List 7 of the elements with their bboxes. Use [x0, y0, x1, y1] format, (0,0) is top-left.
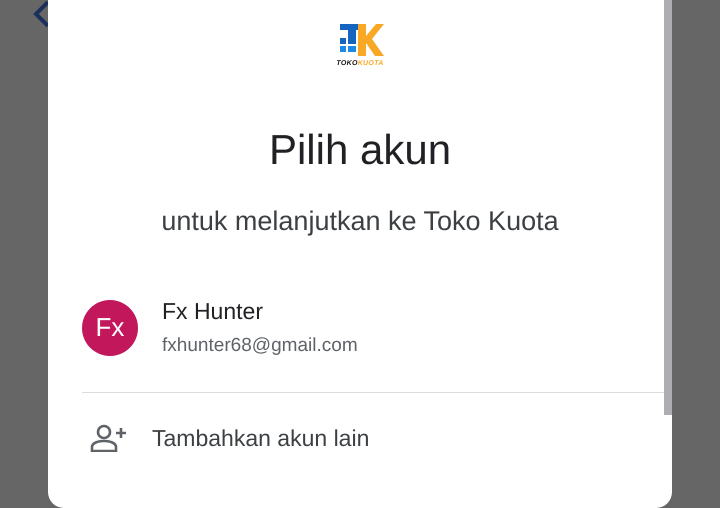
dialog-title: Pilih akun [268, 125, 452, 175]
avatar: Fx [82, 300, 138, 356]
account-email: fxhunter68@gmail.com [162, 335, 358, 358]
dialog-subtitle: untuk melanjutkan ke Toko Kuota [160, 205, 560, 238]
account-name[interactable]: Fx Hunter [162, 298, 358, 326]
add-account-link[interactable]: Tambahkan akun lain [152, 421, 370, 456]
add-person-icon [90, 424, 128, 452]
